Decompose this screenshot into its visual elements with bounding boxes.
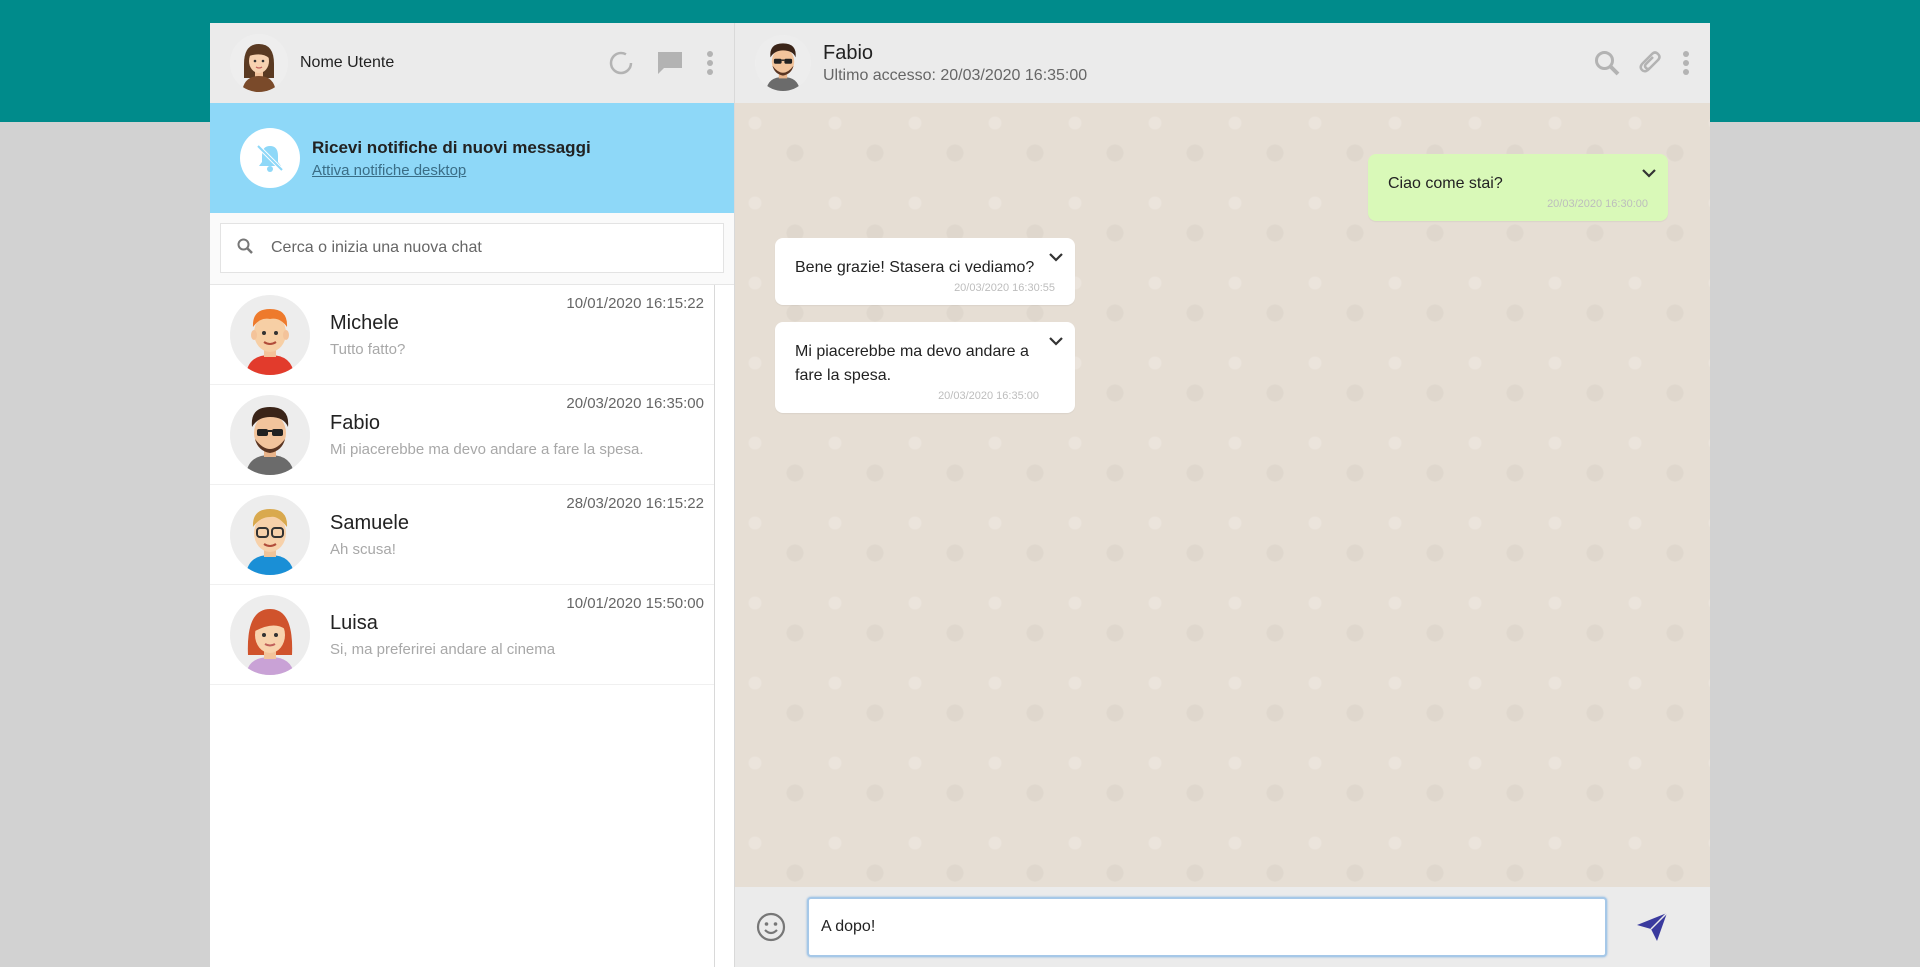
contact-name: Samuele — [330, 511, 409, 534]
chevron-down-icon[interactable] — [1049, 330, 1063, 354]
contact-last-message: Ah scusa! — [330, 540, 396, 558]
chat-header-actions — [1594, 50, 1690, 76]
contact-last-message: Mi piacerebbe ma devo andare a fare la s… — [330, 440, 644, 458]
avatar — [230, 394, 310, 475]
sidebar-header: Nome Utente — [210, 23, 734, 103]
search-container — [210, 213, 734, 285]
chat-last-seen: Ultimo accesso: 20/03/2020 16:35:00 — [823, 66, 1088, 84]
search-input[interactable] — [271, 239, 671, 257]
chat-header: Fabio Ultimo accesso: 20/03/2020 16:35:0… — [735, 23, 1710, 103]
user-name: Nome Utente — [300, 54, 395, 71]
contact-name: Luisa — [330, 611, 378, 634]
avatar — [230, 494, 310, 575]
message-composer — [735, 887, 1710, 967]
chevron-down-icon[interactable] — [1642, 162, 1656, 186]
red-hair-woman-icon — [230, 594, 310, 675]
contact-item-fabio[interactable]: Fabio Mi piacerebbe ma devo andare a far… — [210, 385, 714, 485]
notification-banner: Ricevi notifiche di nuovi messaggi Attiv… — [210, 103, 734, 213]
contact-time: 10/01/2020 15:50:00 — [566, 595, 704, 612]
message-received[interactable]: Bene grazie! Stasera ci vediamo? 20/03/2… — [775, 238, 1075, 306]
send-icon[interactable] — [1635, 911, 1669, 943]
bell-off-icon — [240, 128, 300, 188]
message-time: 20/03/2020 16:30:00 — [1547, 198, 1648, 210]
user-avatar[interactable] — [230, 34, 288, 92]
sidebar: Nome Utente Ricevi notifiche di nuovi me… — [210, 23, 735, 967]
chat-avatar[interactable] — [755, 35, 811, 91]
contact-time: 28/03/2020 16:15:22 — [566, 495, 704, 512]
avatar — [230, 594, 310, 675]
message-sent[interactable]: Ciao come stai? 20/03/2020 16:30:00 — [1368, 154, 1668, 222]
contact-item-michele[interactable]: Michele Tutto fatto? 10/01/2020 16:15:22 — [210, 285, 714, 385]
contact-list: Michele Tutto fatto? 10/01/2020 16:15:22 — [210, 285, 715, 967]
glasses-blond-man-icon — [230, 494, 310, 575]
kebab-menu-icon[interactable] — [706, 50, 714, 76]
chat-contact-name: Fabio — [823, 41, 874, 64]
contact-item-samuele[interactable]: Samuele Ah scusa! 28/03/2020 16:15:22 — [210, 485, 714, 585]
message-text: Mi piacerebbe ma devo andare a fare la s… — [795, 343, 1029, 384]
chat-panel: Fabio Ultimo accesso: 20/03/2020 16:35:0… — [735, 23, 1710, 967]
search-box — [220, 223, 724, 273]
enable-desktop-notifications-link[interactable]: Attiva notifiche desktop — [312, 162, 591, 179]
contact-time: 10/01/2020 16:15:22 — [566, 295, 704, 312]
contact-last-message: Tutto fatto? — [330, 340, 406, 358]
sunglasses-man-icon — [755, 35, 811, 91]
message-received[interactable]: Mi piacerebbe ma devo andare a fare la s… — [775, 322, 1075, 414]
chevron-down-icon[interactable] — [1049, 246, 1063, 270]
contact-name: Michele — [330, 311, 399, 334]
sidebar-header-actions — [608, 50, 714, 76]
message-text: Bene grazie! Stasera ci vediamo? — [795, 259, 1035, 276]
contact-last-message: Si, ma preferirei andare al cinema — [330, 640, 556, 658]
search-icon — [237, 238, 253, 259]
status-ring-icon[interactable] — [608, 50, 634, 76]
red-hair-boy-icon — [230, 294, 310, 375]
contact-time: 20/03/2020 16:35:00 — [566, 395, 704, 412]
kebab-menu-icon[interactable] — [1682, 50, 1690, 76]
paperclip-icon[interactable] — [1638, 50, 1664, 76]
message-time: 20/03/2020 16:35:00 — [938, 390, 1039, 402]
search-icon[interactable] — [1594, 50, 1620, 76]
female-user-avatar-icon — [230, 34, 288, 92]
message-area: Ciao come stai? 20/03/2020 16:30:00 Bene… — [735, 103, 1710, 887]
message-input[interactable] — [807, 897, 1607, 957]
emoji-icon[interactable] — [755, 911, 787, 943]
sunglasses-man-icon — [230, 394, 310, 475]
contact-name: Fabio — [330, 411, 381, 434]
message-text: Ciao come stai? — [1388, 175, 1503, 192]
notification-title: Ricevi notifiche di nuovi messaggi — [312, 137, 591, 157]
chat-app: Nome Utente Ricevi notifiche di nuovi me… — [210, 23, 1710, 967]
message-time: 20/03/2020 16:30:55 — [954, 282, 1055, 294]
chat-icon[interactable] — [656, 50, 684, 76]
avatar — [230, 294, 310, 375]
contact-item-luisa[interactable]: Luisa Si, ma preferirei andare al cinema… — [210, 585, 714, 685]
